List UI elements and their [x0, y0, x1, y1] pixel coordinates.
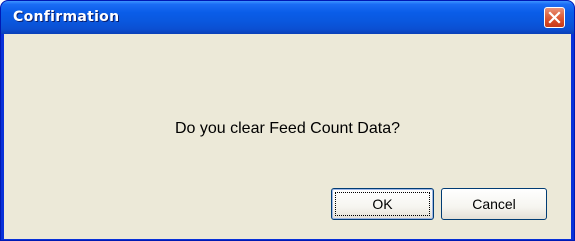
confirmation-message: Do you clear Feed Count Data?	[174, 120, 400, 137]
ok-button-label: OK	[372, 196, 393, 212]
cancel-button-label: Cancel	[472, 196, 516, 212]
close-button[interactable]	[544, 7, 565, 28]
title-bar[interactable]: Confirmation	[1, 1, 574, 34]
ok-button[interactable]: OK	[331, 188, 434, 220]
window-title: Confirmation	[13, 9, 120, 25]
dialog-body: Do you clear Feed Count Data? OK Cancel	[4, 34, 571, 239]
close-icon	[548, 11, 561, 24]
confirmation-dialog: Confirmation Do you clear Feed Count Dat…	[0, 0, 575, 241]
cancel-button[interactable]: Cancel	[441, 188, 547, 220]
